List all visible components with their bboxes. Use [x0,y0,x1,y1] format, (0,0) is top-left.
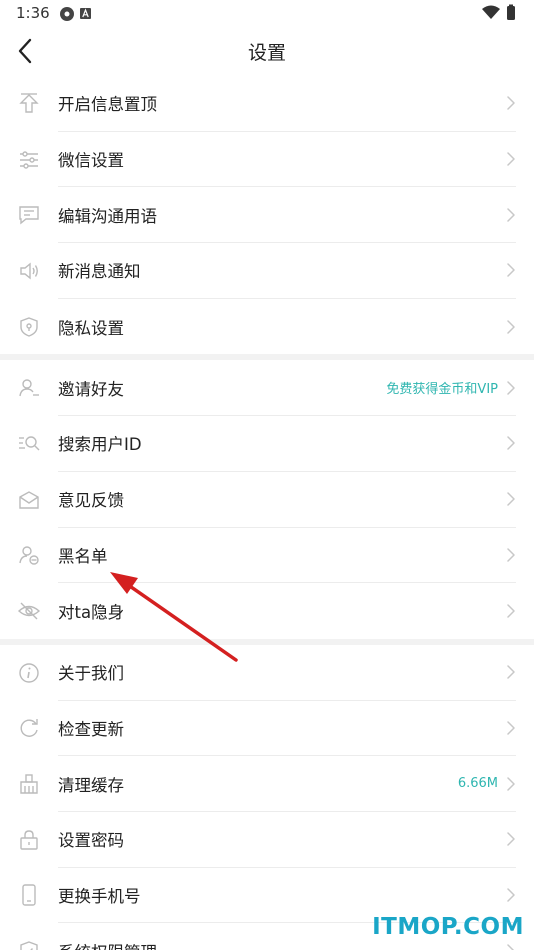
chevron-right-icon [507,152,515,166]
chevron-right-icon [507,263,515,278]
settings-row[interactable]: 微信设置 [0,132,534,188]
row-label: 开启信息置顶 [58,95,157,115]
row-body: 编辑沟通用语 [58,187,516,244]
settings-group: 邀请好友 免费获得金币和VIP 搜索用户ID 意见反馈黑名单对ta隐身 [0,360,534,639]
nav-bar: 设置 [0,28,534,74]
settings-row[interactable]: 关于我们 [0,645,534,701]
blocked-user-icon [0,528,58,584]
settings-list: 开启信息置顶 微信设置编辑沟通用语 新消息通知隐私设置邀请好友 免费获得金币和VIP 搜… [0,76,534,950]
row-label: 新消息通知 [58,262,141,282]
row-body: 开启信息置顶 [58,76,516,132]
row-label: 微信设置 [58,151,124,171]
feedback-icon [0,472,58,528]
chevron-right-icon [507,721,515,735]
row-label: 清理缓存 [58,775,124,795]
message-edit-icon [0,187,58,243]
row-label: 编辑沟通用语 [58,206,157,226]
row-label: 更换手机号 [58,886,141,906]
row-label: 搜索用户ID [58,435,142,455]
settings-row[interactable]: 设置密码 [0,812,534,868]
settings-row[interactable]: 编辑沟通用语 [0,187,534,244]
chevron-right-icon [507,604,515,618]
pin-top-icon [0,76,58,132]
chevron-right-icon [507,436,515,451]
row-hint: 6.66M [457,776,498,792]
permission-icon [0,923,58,950]
chevron-right-icon [507,832,515,847]
chevron-right-icon [507,888,515,902]
shield-icon [0,299,58,355]
watermark: ITMOP.COM [372,914,524,940]
chevron-right-icon [507,381,515,395]
row-body: 黑名单 [58,528,516,584]
a-badge-icon [80,8,91,19]
sliders-icon [0,132,58,188]
settings-row[interactable]: 开启信息置顶 [0,76,534,132]
row-body: 新消息通知 [58,243,516,299]
chevron-right-icon [507,944,514,950]
row-label: 意见反馈 [58,491,124,511]
speaker-icon [0,243,58,299]
row-body: 搜索用户ID [58,416,516,472]
broom-icon [0,756,58,812]
row-label: 关于我们 [58,664,124,684]
row-body: 对ta隐身 [58,583,516,639]
chevron-right-icon [507,492,515,506]
settings-row[interactable]: 搜索用户ID [0,416,534,472]
row-body: 微信设置 [58,132,516,188]
settings-row[interactable]: 黑名单 [0,528,534,584]
settings-row[interactable]: 新消息通知 [0,243,534,299]
settings-group: 开启信息置顶 微信设置编辑沟通用语 新消息通知隐私设置 [0,76,534,355]
settings-row[interactable]: 邀请好友 免费获得金币和VIP [0,360,534,417]
app-notification-icon [60,7,74,21]
page-title: 设置 [247,42,286,64]
chevron-right-icon [507,776,515,791]
row-hint: 免费获得金币和VIP [386,382,498,398]
lock-icon [0,812,58,868]
info-icon [0,645,58,701]
status-left-icons [58,5,98,27]
row-body: 检查更新 [58,701,516,757]
chevron-right-icon [507,207,515,222]
row-label: 邀请好友 [58,379,124,399]
row-label: 隐私设置 [58,318,124,338]
status-bar: 1:36 [0,0,534,28]
row-body: 隐私设置 [58,299,516,355]
row-body: 意见反馈 [58,472,516,528]
settings-group: 关于我们检查更新清理缓存 6.66M 设置密码更换手机号系统权限管理 [0,644,534,950]
row-label: 黑名单 [58,546,108,566]
row-label: 检查更新 [58,719,124,739]
settings-row[interactable]: 意见反馈 [0,472,534,528]
row-label: 系统权限管理 [58,939,506,950]
eye-hidden-icon [0,583,58,639]
search-user-icon [0,416,58,472]
status-time: 1:36 [16,4,50,22]
refresh-icon [0,701,58,757]
chevron-right-icon [507,96,515,111]
chevron-right-icon [507,665,515,679]
row-label: 设置密码 [58,831,124,851]
settings-row[interactable]: 对ta隐身 [0,583,534,639]
settings-row[interactable]: 清理缓存 6.66M [0,756,534,812]
settings-row[interactable]: 检查更新 [0,701,534,757]
battery-icon [507,4,515,20]
settings-row[interactable]: 隐私设置 [0,299,534,355]
chevron-right-icon [507,319,515,334]
row-label: 对ta隐身 [58,603,125,623]
status-right-icons [480,4,520,26]
chevron-right-icon [507,548,515,562]
row-body: 清理缓存 6.66M [58,756,516,812]
wifi-icon [482,5,500,19]
row-body: 邀请好友 免费获得金币和VIP [58,360,516,417]
row-body: 设置密码 [58,812,516,868]
row-body: 关于我们 [58,645,516,701]
phone-icon [0,868,58,924]
add-friend-icon [0,360,58,416]
